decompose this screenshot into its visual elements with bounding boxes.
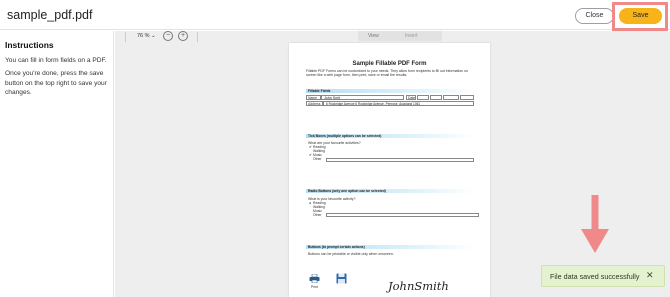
instructions-panel: Instructions You can fill in form fields… <box>0 31 114 297</box>
date-day-select[interactable] <box>417 95 429 100</box>
date-extra-select[interactable] <box>460 95 474 100</box>
tab-view[interactable]: View <box>368 33 379 39</box>
close-button[interactable]: Close <box>575 8 614 24</box>
date-year-select[interactable] <box>443 95 459 100</box>
pdf-viewer: 76 % ⌄ − + View Insert Sample Fillable P… <box>115 31 670 297</box>
buttons-note: Buttons can be printable or visible only… <box>308 252 394 256</box>
tick-other-field[interactable] <box>326 158 474 162</box>
radio-label: Other <box>313 213 322 217</box>
zoom-select[interactable]: 76 % ⌄ <box>137 33 156 39</box>
mode-switch: View Insert <box>358 31 442 41</box>
toolbar-divider <box>197 32 198 42</box>
file-name: sample_pdf.pdf <box>7 8 93 22</box>
section-buttons: Buttons (to prompt certain actions) <box>306 245 474 249</box>
checkbox-label: Other <box>313 157 322 161</box>
instructions-title: Instructions <box>5 40 54 50</box>
instructions-text-2: Once you're done, press the save button … <box>5 70 107 96</box>
save-button[interactable]: Save <box>619 8 662 24</box>
floppy-disk-icon[interactable] <box>336 273 347 284</box>
radio-other-field[interactable] <box>326 213 479 217</box>
arrow-down-icon <box>581 195 609 253</box>
zoom-out-icon[interactable]: − <box>163 31 173 41</box>
section-radio-buttons: Radio Buttons (only one option can be se… <box>306 189 474 193</box>
zoom-value: 76 % <box>137 33 150 39</box>
pdf-intro: Fillable PDF Forms can be customized to … <box>306 69 468 78</box>
date-month-select[interactable] <box>430 95 442 100</box>
viewer-toolbar: 76 % ⌄ − + View Insert <box>115 31 670 42</box>
toast-message: File data saved successfully <box>550 272 640 281</box>
top-bar: sample_pdf.pdf Close Save <box>0 0 670 31</box>
zoom-in-icon[interactable]: + <box>178 31 188 41</box>
instructions-text-1: You can fill in form fields on a PDF. <box>5 57 107 64</box>
radio-other[interactable]: Other <box>309 213 321 217</box>
tab-insert[interactable]: Insert <box>405 33 418 39</box>
pdf-title: Sample Fillable PDF Form <box>352 61 427 67</box>
name-label: Name <box>306 95 321 100</box>
date-label: Date <box>406 95 416 100</box>
close-icon[interactable]: ✕ <box>646 270 654 281</box>
section-tick-boxes: Tick Boxes (multiple options can be sele… <box>306 134 474 138</box>
toolbar-divider <box>125 32 126 42</box>
success-toast: File data saved successfully ✕ <box>541 265 665 287</box>
printer-icon[interactable] <box>309 274 320 283</box>
address-label: Address <box>306 101 323 106</box>
name-field[interactable]: John Smit <box>321 95 404 100</box>
signature: JohnSmith <box>388 279 449 293</box>
checkbox-other[interactable]: Other <box>309 157 321 161</box>
pdf-page: Sample Fillable PDF Form Fillable PDF Fo… <box>289 43 490 297</box>
print-label: Print <box>311 285 318 289</box>
address-field[interactable]: 6 Rockridge Avenue 6 Rockridge Avenue, P… <box>323 101 474 106</box>
section-fillable-fields: Fillable Fields <box>306 89 474 93</box>
